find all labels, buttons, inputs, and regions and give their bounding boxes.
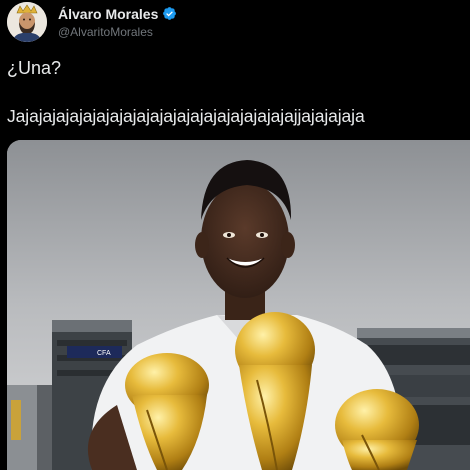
avatar-image: [7, 2, 47, 42]
avatar[interactable]: [7, 2, 47, 42]
trophy-right-icon: [335, 389, 419, 470]
photo-of-man-holding-three-world-cup-trophies-icon: CFA: [7, 140, 470, 470]
tweet-text-line-1: ¿Una?: [7, 58, 62, 78]
display-name[interactable]: Álvaro Morales: [58, 7, 158, 21]
tweet-header: Álvaro Morales @AlvaritoMorales: [7, 2, 177, 42]
tweet-card: Álvaro Morales @AlvaritoMorales ¿Una? Ja…: [0, 0, 470, 470]
verified-badge-icon: [162, 6, 177, 21]
author-names: Álvaro Morales @AlvaritoMorales: [58, 6, 177, 38]
tweet-text-line-2: Jajajajajajajajajajajajajajajajajajajaja…: [7, 106, 365, 126]
author-handle[interactable]: @AlvaritoMorales: [58, 26, 177, 38]
tweet-media-image[interactable]: CFA: [7, 140, 470, 470]
banner-text: CFA: [97, 350, 111, 357]
display-name-row: Álvaro Morales: [58, 6, 177, 21]
